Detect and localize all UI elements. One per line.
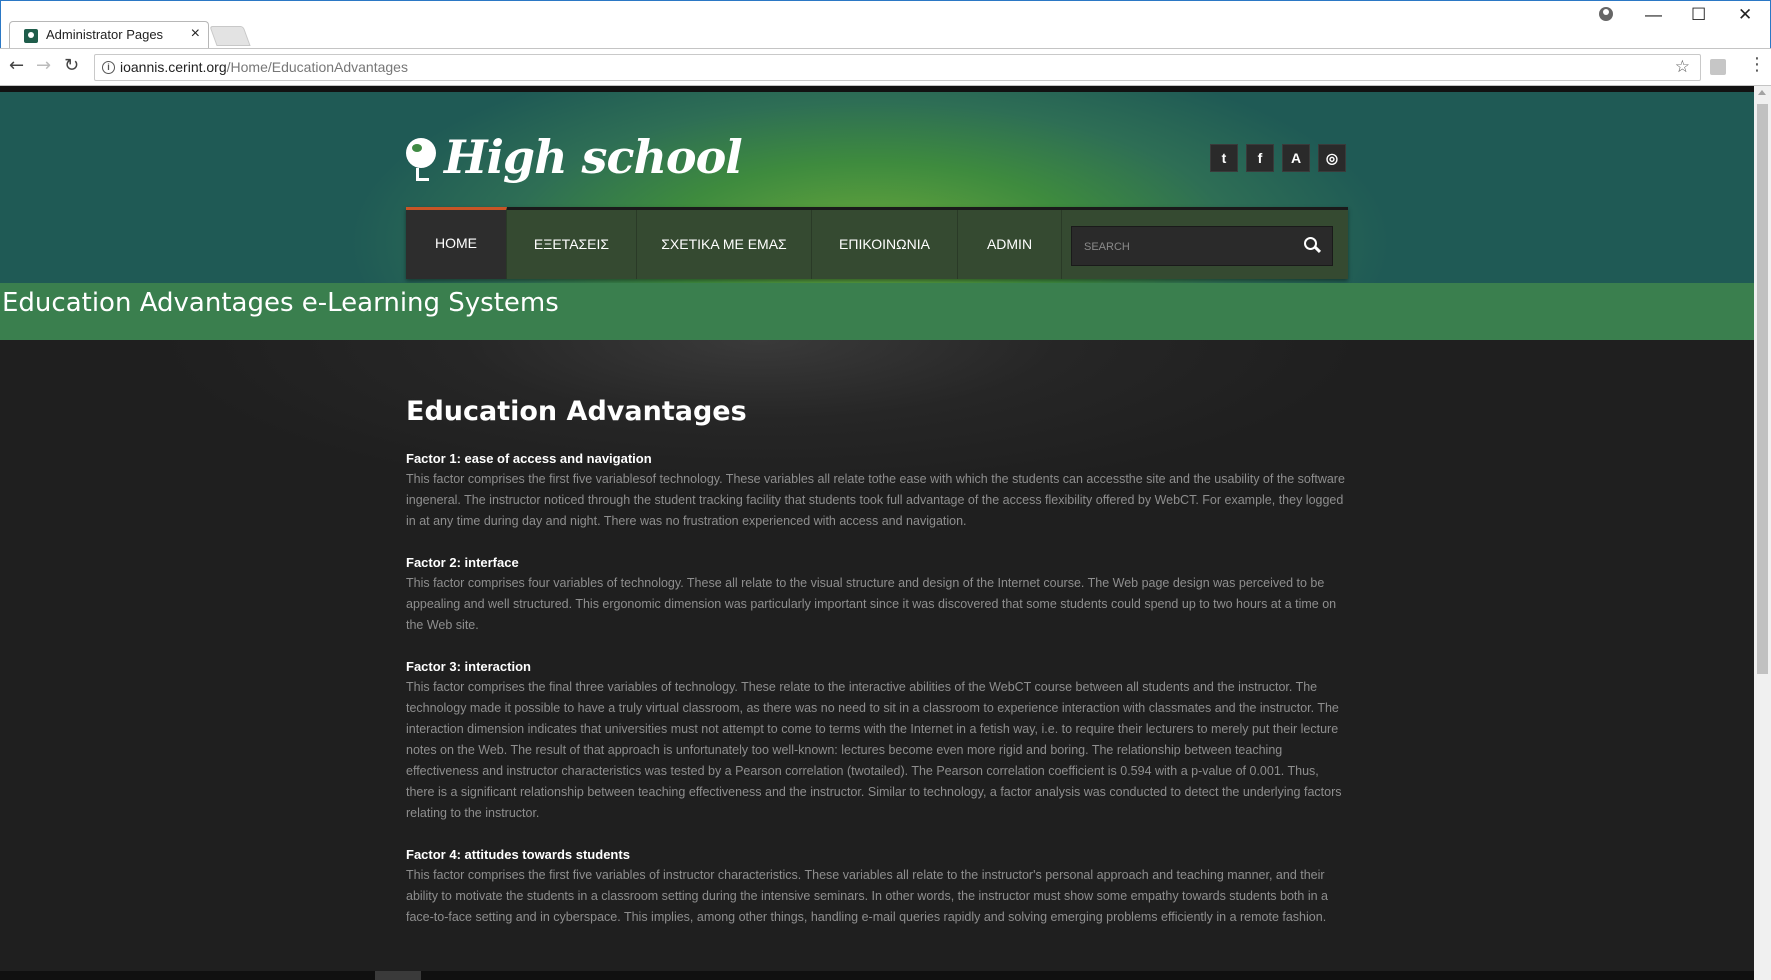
title-band: Education Advantages e-Learning Systems [0,283,1754,340]
page-title: Education Advantages e-Learning Systems [2,288,559,318]
facebook-icon[interactable]: f [1246,144,1274,172]
nav-item-about[interactable]: ΣΧΕΤΙΚΑ ΜΕ ΕΜΑΣ [637,210,812,279]
search-input[interactable] [1082,227,1296,267]
reload-button[interactable]: ↻ [64,55,79,76]
site-favicon-icon [24,29,38,43]
factor-title: Factor 3: interaction [406,659,531,674]
browser-titlebar: Administrator Pages × — ☐ ✕ [0,0,1771,50]
search-icon[interactable] [1304,237,1317,250]
main-content: Education Advantages Factor 1: ease of a… [406,396,1346,949]
new-tab-button[interactable] [209,26,251,46]
user-profile-icon[interactable] [1599,7,1613,21]
page-bottom-bar [0,971,1754,980]
factor-title: Factor 4: attitudes towards students [406,847,630,862]
factor-section: Factor 2: interface This factor comprise… [406,553,1346,636]
factor-body: This factor comprises four variables of … [406,576,1337,632]
dribbble-icon[interactable]: ◎ [1318,144,1346,172]
page-scrollbar[interactable] [1754,86,1771,980]
factor-section: Factor 3: interaction This factor compri… [406,657,1346,824]
scroll-thumb[interactable] [1757,104,1768,674]
factor-body: This factor comprises the first five var… [406,868,1328,924]
minimize-button[interactable]: — [1645,5,1662,25]
factor-section: Factor 1: ease of access and navigation … [406,449,1346,532]
factor-title: Factor 2: interface [406,555,519,570]
maximize-button[interactable]: ☐ [1691,5,1706,25]
twitter-icon[interactable]: t [1210,144,1238,172]
browser-toolbar: ← → ↻ i ioannis.cerint.org/Home/Educatio… [0,48,1771,86]
nav-item-admin[interactable]: ADMIN [958,210,1062,279]
info-icon[interactable]: i [102,61,115,74]
bookmark-star-icon[interactable]: ☆ [1675,57,1690,77]
factor-body: This factor comprises the first five var… [406,472,1345,528]
url-host: ioannis.cerint.org [120,59,227,75]
factor-title: Factor 1: ease of access and navigation [406,451,652,466]
extension-icon[interactable] [1710,59,1726,75]
nav-item-home[interactable]: HOME [406,207,507,279]
factor-section: Factor 4: attitudes towards students Thi… [406,845,1346,928]
browser-tab[interactable]: Administrator Pages × [9,21,209,50]
browser-menu-icon[interactable]: ⋮ [1748,54,1766,75]
scroll-up-arrow-icon[interactable] [1758,90,1766,95]
url-path: /Home/EducationAdvantages [226,59,408,75]
nav-item-exams[interactable]: ΕΞΕΤΑΣΕΙΣ [507,210,637,279]
search-box [1071,226,1333,267]
nav-item-contact[interactable]: ΕΠΙΚΟΙΝΩΝΙΑ [812,210,958,279]
back-button[interactable]: ← [9,55,24,76]
bottom-tab-handle[interactable] [375,971,421,980]
globe-stand [416,168,429,181]
tab-close-icon[interactable]: × [191,25,200,43]
factor-body: This factor comprises the final three va… [406,680,1342,820]
content-heading: Education Advantages [406,396,747,427]
tab-title: Administrator Pages [46,27,164,42]
logo-text: High school [444,130,743,184]
globe-icon [406,138,436,168]
main-nav: HOME ΕΞΕΤΑΣΕΙΣ ΣΧΕΤΙΚΑ ΜΕ ΕΜΑΣ ΕΠΙΚΟΙΝΩΝ… [406,207,1348,279]
address-bar[interactable]: i ioannis.cerint.org/Home/EducationAdvan… [94,54,1701,81]
url-text: ioannis.cerint.org/Home/EducationAdvanta… [120,59,408,75]
forward-button[interactable]: → [36,55,51,76]
aim-icon[interactable]: A [1282,144,1310,172]
page-viewport: High school t f A ◎ HOME ΕΞΕΤΑΣΕΙΣ ΣΧΕΤΙ… [0,86,1771,980]
close-window-button[interactable]: ✕ [1738,5,1752,25]
